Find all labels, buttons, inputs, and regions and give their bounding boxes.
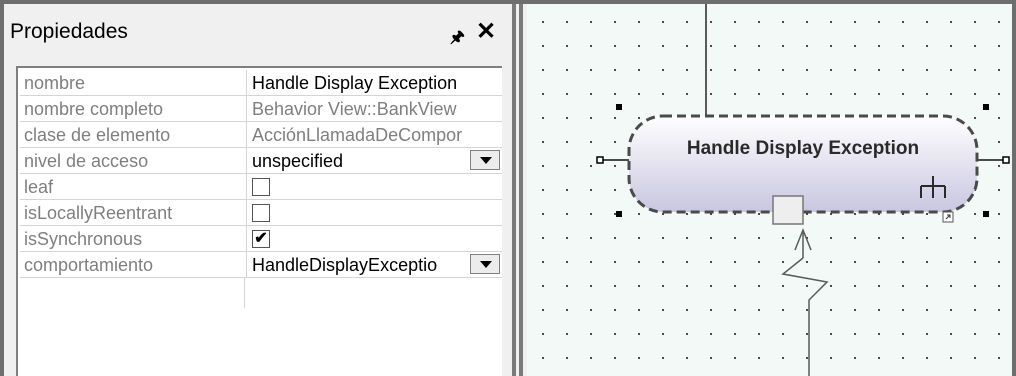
chevron-down-icon[interactable] xyxy=(470,254,500,274)
issynchronous-checkbox[interactable]: ✔ xyxy=(252,230,270,248)
panel-header: Propiedades 🖈 ✕ xyxy=(4,4,509,59)
property-row-clase-de-elemento[interactable]: clase de elemento AcciónLlamadaDeCompor xyxy=(20,122,502,148)
property-name: isLocallyReentrant xyxy=(24,203,173,223)
property-row-nombre-completo[interactable]: nombre completo Behavior View::BankView xyxy=(20,96,502,122)
panel-title: Propiedades xyxy=(10,20,128,43)
chevron-down-icon[interactable] xyxy=(470,150,500,170)
property-row-nivel-de-acceso[interactable]: nivel de acceso unspecified xyxy=(20,148,502,174)
exception-edge[interactable] xyxy=(781,227,829,376)
property-name: comportamiento xyxy=(24,255,154,275)
left-connector-handle[interactable] xyxy=(596,156,604,164)
right-connector-handle[interactable] xyxy=(1002,156,1010,164)
resize-handle[interactable] xyxy=(616,211,622,217)
resize-handle[interactable] xyxy=(983,104,989,110)
window-border-right xyxy=(1012,0,1016,376)
access-level-select[interactable]: unspecified xyxy=(252,151,500,172)
property-row-leaf[interactable]: leaf xyxy=(20,174,502,200)
property-row-islocallyreentrant[interactable]: isLocallyReentrant xyxy=(20,200,502,226)
leaf-checkbox[interactable] xyxy=(252,178,270,196)
resize-handle[interactable] xyxy=(616,104,622,110)
property-name: leaf xyxy=(24,177,54,197)
property-value-readonly: AcciónLlamadaDeCompor xyxy=(252,125,463,145)
property-value-readonly: Behavior View::BankView xyxy=(252,99,457,119)
property-row-comportamiento[interactable]: comportamiento HandleDisplayExceptio xyxy=(20,252,502,278)
pin-icon[interactable]: 🖈 xyxy=(450,26,465,53)
window: Propiedades 🖈 ✕ nombre Handle Display Ex… xyxy=(0,0,1016,376)
diagram-canvas[interactable]: Handle Display Exception xyxy=(527,4,1012,376)
resize-handle[interactable] xyxy=(983,211,989,217)
behavior-select[interactable]: HandleDisplayExceptio xyxy=(252,255,500,276)
diagram-svg: Handle Display Exception xyxy=(596,4,1010,376)
property-grid: nombre Handle Display Exception nombre c… xyxy=(16,66,502,376)
property-name: nombre xyxy=(24,73,86,93)
action-node-label: Handle Display Exception xyxy=(687,138,919,159)
property-name: isSynchronous xyxy=(24,229,143,249)
grid-divider xyxy=(244,278,245,308)
property-name: nivel de acceso xyxy=(24,151,149,171)
property-value-input[interactable]: Handle Display Exception xyxy=(252,73,500,94)
close-icon[interactable]: ✕ xyxy=(476,20,496,44)
panel-splitter[interactable] xyxy=(509,4,527,376)
property-name: clase de elemento xyxy=(24,125,171,145)
property-row-nombre[interactable]: nombre Handle Display Exception xyxy=(20,70,502,96)
property-name: nombre completo xyxy=(24,99,164,119)
properties-panel: Propiedades 🖈 ✕ nombre Handle Display Ex… xyxy=(4,4,509,376)
property-row-issynchronous[interactable]: isSynchronous ✔ xyxy=(20,226,502,252)
islocallyreentrant-checkbox[interactable] xyxy=(252,204,270,222)
output-pin[interactable] xyxy=(772,195,804,225)
